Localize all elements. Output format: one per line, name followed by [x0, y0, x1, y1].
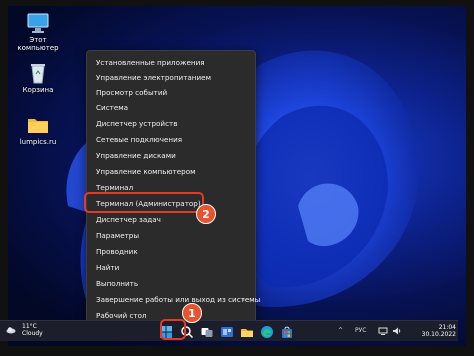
annotation-badge-step-2: 2	[196, 204, 216, 224]
menu-item-disk-management[interactable]: Управление дисками	[91, 149, 251, 163]
widgets-icon	[221, 327, 233, 337]
edge-icon	[261, 326, 273, 338]
menu-item-label: Терминал	[96, 183, 134, 192]
task-view-icon	[201, 328, 213, 337]
menu-item-search[interactable]: Найти	[91, 261, 251, 275]
menu-item-label: Управление электропитанием	[96, 73, 211, 82]
store-button[interactable]	[280, 324, 294, 338]
widgets-button[interactable]	[220, 324, 234, 338]
clock-time: 21:04	[438, 324, 456, 331]
desktop-icon-label: lumpics.ru	[19, 138, 57, 146]
menu-item-label: Параметры	[96, 231, 140, 240]
menu-item-file-explorer[interactable]: Проводник	[91, 245, 251, 259]
menu-item-installed-apps[interactable]: Установленные приложения	[91, 56, 251, 70]
taskbar-clock[interactable]: 21:04 30.10.2022	[420, 324, 456, 338]
menu-item-label: Сетевые подключения	[96, 135, 183, 144]
menu-item-label: Диспетчер устройств	[96, 119, 178, 128]
menu-item-label: Выполнить	[96, 279, 139, 288]
menu-item-label: Проводник	[96, 247, 138, 256]
menu-item-network-connections[interactable]: Сетевые подключения	[91, 133, 251, 147]
menu-item-task-manager[interactable]: Диспетчер задач	[91, 213, 251, 227]
menu-item-device-manager[interactable]: Диспетчер устройств	[91, 117, 251, 131]
menu-item-label: Рабочий стол	[96, 311, 147, 320]
menu-item-label: Управление дисками	[96, 151, 176, 160]
menu-item-label: Установленные приложения	[96, 58, 205, 67]
start-context-menu: Установленные приложения Управление элек…	[86, 50, 260, 326]
menu-item-label: Управление компьютером	[96, 167, 196, 176]
menu-item-label: Просмотр событий	[96, 88, 168, 97]
annotation-highlight-start-button	[160, 319, 186, 340]
menu-item-label: Найти	[96, 263, 120, 272]
menu-item-label: Завершение работы или выход из системы	[96, 295, 261, 304]
recycle-bin-icon	[26, 62, 50, 84]
desktop-icon-label: Этот компьютер	[17, 36, 59, 52]
menu-item-label: Диспетчер задач	[96, 215, 161, 224]
desktop-icon-this-pc[interactable]: Этот компьютер	[10, 12, 66, 52]
volume-icon[interactable]	[392, 326, 402, 340]
taskbar: 11°C Cloudy ^ РУС 21:04 30.10.2022	[0, 320, 458, 341]
file-explorer-button[interactable]	[240, 324, 254, 338]
desktop-icon-folder[interactable]: lumpics.ru	[10, 114, 66, 146]
menu-item-shutdown-signout[interactable]: Завершение работы или выход из системы ›	[91, 293, 260, 307]
menu-item-settings[interactable]: Параметры	[91, 229, 251, 243]
clock-date: 30.10.2022	[421, 331, 456, 338]
menu-item-label: Система	[96, 103, 129, 112]
annotation-highlight-terminal-admin	[84, 192, 204, 213]
network-icon[interactable]	[378, 326, 388, 340]
edge-button[interactable]	[260, 324, 274, 338]
file-explorer-icon	[241, 329, 253, 337]
desktop-icon-recycle-bin[interactable]: Корзина	[10, 62, 66, 94]
folder-icon	[26, 114, 50, 136]
tray-overflow-chevron-icon[interactable]: ^	[338, 321, 343, 341]
language-indicator[interactable]: РУС	[355, 321, 366, 341]
cloud-icon	[6, 326, 16, 334]
submenu-arrow-icon: ›	[242, 296, 245, 304]
menu-item-system[interactable]: Система	[91, 101, 251, 115]
menu-item-computer-management[interactable]: Управление компьютером	[91, 165, 251, 179]
menu-item-power-options[interactable]: Управление электропитанием	[91, 71, 251, 85]
store-icon	[282, 326, 292, 338]
desktop-icon-label: Корзина	[22, 86, 54, 94]
weather-widget[interactable]: 11°C Cloudy	[6, 323, 43, 337]
annotation-badge-step-1: 1	[182, 303, 202, 323]
task-view-button[interactable]	[200, 324, 214, 338]
menu-item-event-viewer[interactable]: Просмотр событий	[91, 86, 251, 100]
menu-item-run[interactable]: Выполнить	[91, 277, 251, 291]
computer-icon	[26, 12, 50, 34]
